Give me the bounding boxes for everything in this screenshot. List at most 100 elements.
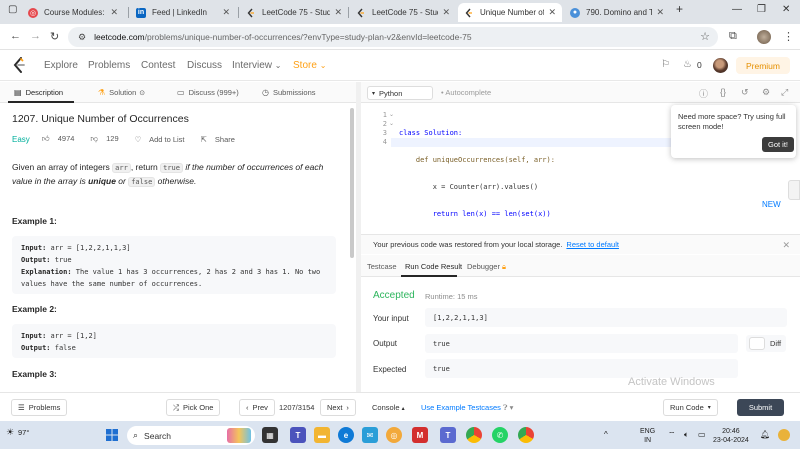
language-select[interactable]: ▾ Python (367, 86, 433, 100)
use-example-testcases[interactable]: Use Example Testcases (421, 403, 501, 412)
inline-code-arr: arr (112, 163, 131, 173)
volume-icon[interactable]: 🔈︎ (684, 430, 689, 439)
tab-discuss[interactable]: ▭ Discuss (999+) (177, 88, 239, 97)
settings-icon[interactable]: ⚙ (762, 87, 770, 98)
new-tab-icon[interactable]: + (676, 2, 683, 16)
close-notice-icon[interactable]: ✕ (782, 240, 790, 251)
teams-icon[interactable]: T (290, 427, 306, 443)
fold-chevron-icon[interactable]: ⌄ (389, 120, 394, 127)
tray-chevron-up-icon[interactable]: ^ (604, 430, 608, 439)
wifi-icon[interactable]: ⌔ (668, 430, 676, 439)
tab-submissions[interactable]: ◷ Submissions (262, 88, 316, 97)
info-icon[interactable]: ⓘ (699, 87, 708, 100)
new-badge[interactable]: NEW (762, 200, 781, 209)
nav-problems[interactable]: Problems (88, 60, 130, 71)
close-window-icon[interactable]: ✕ (782, 4, 790, 15)
clock[interactable]: 20:46 23-04-2024 (713, 427, 749, 445)
task-view-icon[interactable]: ▦ (262, 427, 278, 443)
battery-icon[interactable]: ▭ (698, 430, 706, 439)
code-braces-icon[interactable]: {} (720, 87, 726, 97)
notification-bell-icon[interactable]: 🔔︎ (760, 430, 770, 439)
dislike-button[interactable]: 👎︎ 129 (90, 134, 124, 144)
side-feedback-tab[interactable] (788, 180, 800, 200)
diff-toggle[interactable]: Diff (746, 335, 786, 352)
browser-tab-leetcode-75-b[interactable]: LeetCode 75 - Study ✕ (350, 3, 456, 22)
profile-avatar[interactable] (757, 30, 771, 44)
file-explorer-icon[interactable]: ▬ (314, 427, 330, 443)
next-button[interactable]: Next › (320, 399, 356, 416)
fold-chevron-icon[interactable]: ⌄ (389, 111, 394, 118)
site-settings-icon[interactable]: ⚙ (78, 32, 86, 43)
tab-search-icon[interactable]: ▢ (8, 4, 17, 15)
thumbs-down-icon: 👎︎ (90, 134, 99, 143)
browser-tab-course-modules[interactable]: ◎ Course Modules: AW ✕ (22, 3, 124, 22)
nav-interview[interactable]: Interview ⌄ (232, 60, 282, 71)
fullscreen-icon[interactable]: ⤢ (781, 87, 788, 98)
console-toggle[interactable]: Console ▴ (372, 403, 405, 412)
pick-one-button[interactable]: ⤮ Pick One (166, 399, 221, 416)
autocomplete-toggle[interactable]: • Autocomplete (441, 88, 491, 97)
prev-button[interactable]: ‹ Prev (239, 399, 275, 416)
browser-tab-domino[interactable]: ● 790. Domino and Tro ✕ (564, 3, 670, 22)
notifications-icon[interactable]: ♨ (683, 59, 692, 70)
chrome-profile-icon[interactable] (518, 427, 534, 443)
browser-tab-unique-number-active[interactable]: Unique Number of O ✕ (458, 3, 562, 22)
help-icon[interactable]: ❓︎ ▾ (503, 403, 513, 413)
nav-contest[interactable]: Contest (141, 60, 175, 71)
teams-chat-icon[interactable]: T (440, 427, 456, 443)
extensions-icon[interactable]: ⧉ (729, 30, 737, 43)
tab-run-code-result[interactable]: Run Code Result (405, 262, 462, 271)
tab-testcase[interactable]: Testcase (367, 262, 397, 271)
notes-icon[interactable]: ⚐ (661, 59, 670, 70)
user-avatar[interactable] (713, 58, 728, 73)
tab-solution[interactable]: ⚗ Solution ⊙ (98, 88, 145, 97)
nav-explore[interactable]: Explore (44, 60, 78, 71)
close-tab-icon[interactable]: ✕ (334, 7, 342, 18)
mail-icon[interactable]: ✉ (362, 427, 378, 443)
close-tab-icon[interactable]: ✕ (548, 7, 556, 18)
tab-debugger[interactable]: Debugger 🔒︎ (467, 262, 506, 272)
chrome-icon[interactable] (466, 427, 482, 443)
reset-to-default-link[interactable]: Reset to default (566, 240, 619, 249)
taskbar-search-input[interactable]: ⌕ Search (127, 426, 255, 445)
like-button[interactable]: 👍︎ 4974 (42, 134, 81, 144)
leetcode-logo-icon[interactable] (12, 57, 26, 73)
problems-list-button[interactable]: ☰ Problems (11, 399, 68, 416)
submit-button[interactable]: Submit (737, 399, 784, 416)
share-icon: ⇱ (200, 134, 207, 144)
forward-arrow-icon[interactable]: → (30, 30, 41, 42)
console-label: Console (372, 403, 400, 412)
share-button[interactable]: ⇱ Share (201, 135, 241, 144)
got-it-button[interactable]: Got it! (762, 137, 794, 152)
url-input[interactable]: ⚙ leetcode.com/problems/unique-number-of… (68, 27, 718, 47)
mcafee-icon[interactable]: M (412, 427, 428, 443)
close-tab-icon[interactable]: ✕ (110, 7, 118, 18)
leetcode-navbar: Explore Problems Contest Discuss Intervi… (0, 50, 800, 81)
run-code-button[interactable]: Run Code ▾ (663, 399, 718, 416)
minimize-icon[interactable]: — (732, 4, 742, 15)
app-icon[interactable]: ◎ (386, 427, 402, 443)
nav-discuss[interactable]: Discuss (187, 60, 222, 71)
edge-icon[interactable]: e (338, 427, 354, 443)
description-scrollbar[interactable] (350, 108, 354, 258)
premium-button[interactable]: Premium (736, 57, 790, 74)
tab-description[interactable]: ▤ Description (14, 88, 63, 97)
reload-icon[interactable]: ↻ (50, 30, 59, 43)
back-arrow-icon[interactable]: ← (10, 30, 21, 42)
browser-tab-linkedin[interactable]: in Feed | LinkedIn ✕ (130, 3, 236, 22)
weather-icon[interactable]: ☀ (6, 427, 14, 438)
language-indicator[interactable]: ENG IN (640, 427, 655, 445)
close-tab-icon[interactable]: ✕ (222, 7, 230, 18)
copilot-icon[interactable] (778, 429, 790, 441)
add-to-list-button[interactable]: ♡ Add to List (135, 135, 191, 144)
restore-icon[interactable]: ❐ (757, 4, 766, 15)
windows-start-icon[interactable] (104, 427, 120, 443)
browser-menu-icon[interactable]: ⋮ (783, 30, 794, 43)
reset-icon[interactable]: ↺ (741, 87, 749, 98)
whatsapp-icon[interactable]: ✆ (492, 427, 508, 443)
browser-tab-leetcode-75-a[interactable]: LeetCode 75 - Study ✕ (240, 3, 348, 22)
nav-store[interactable]: Store ⌄ (293, 60, 326, 71)
bookmark-star-icon[interactable]: ☆ (700, 30, 710, 43)
close-tab-icon[interactable]: ✕ (656, 7, 664, 18)
close-tab-icon[interactable]: ✕ (442, 7, 450, 18)
